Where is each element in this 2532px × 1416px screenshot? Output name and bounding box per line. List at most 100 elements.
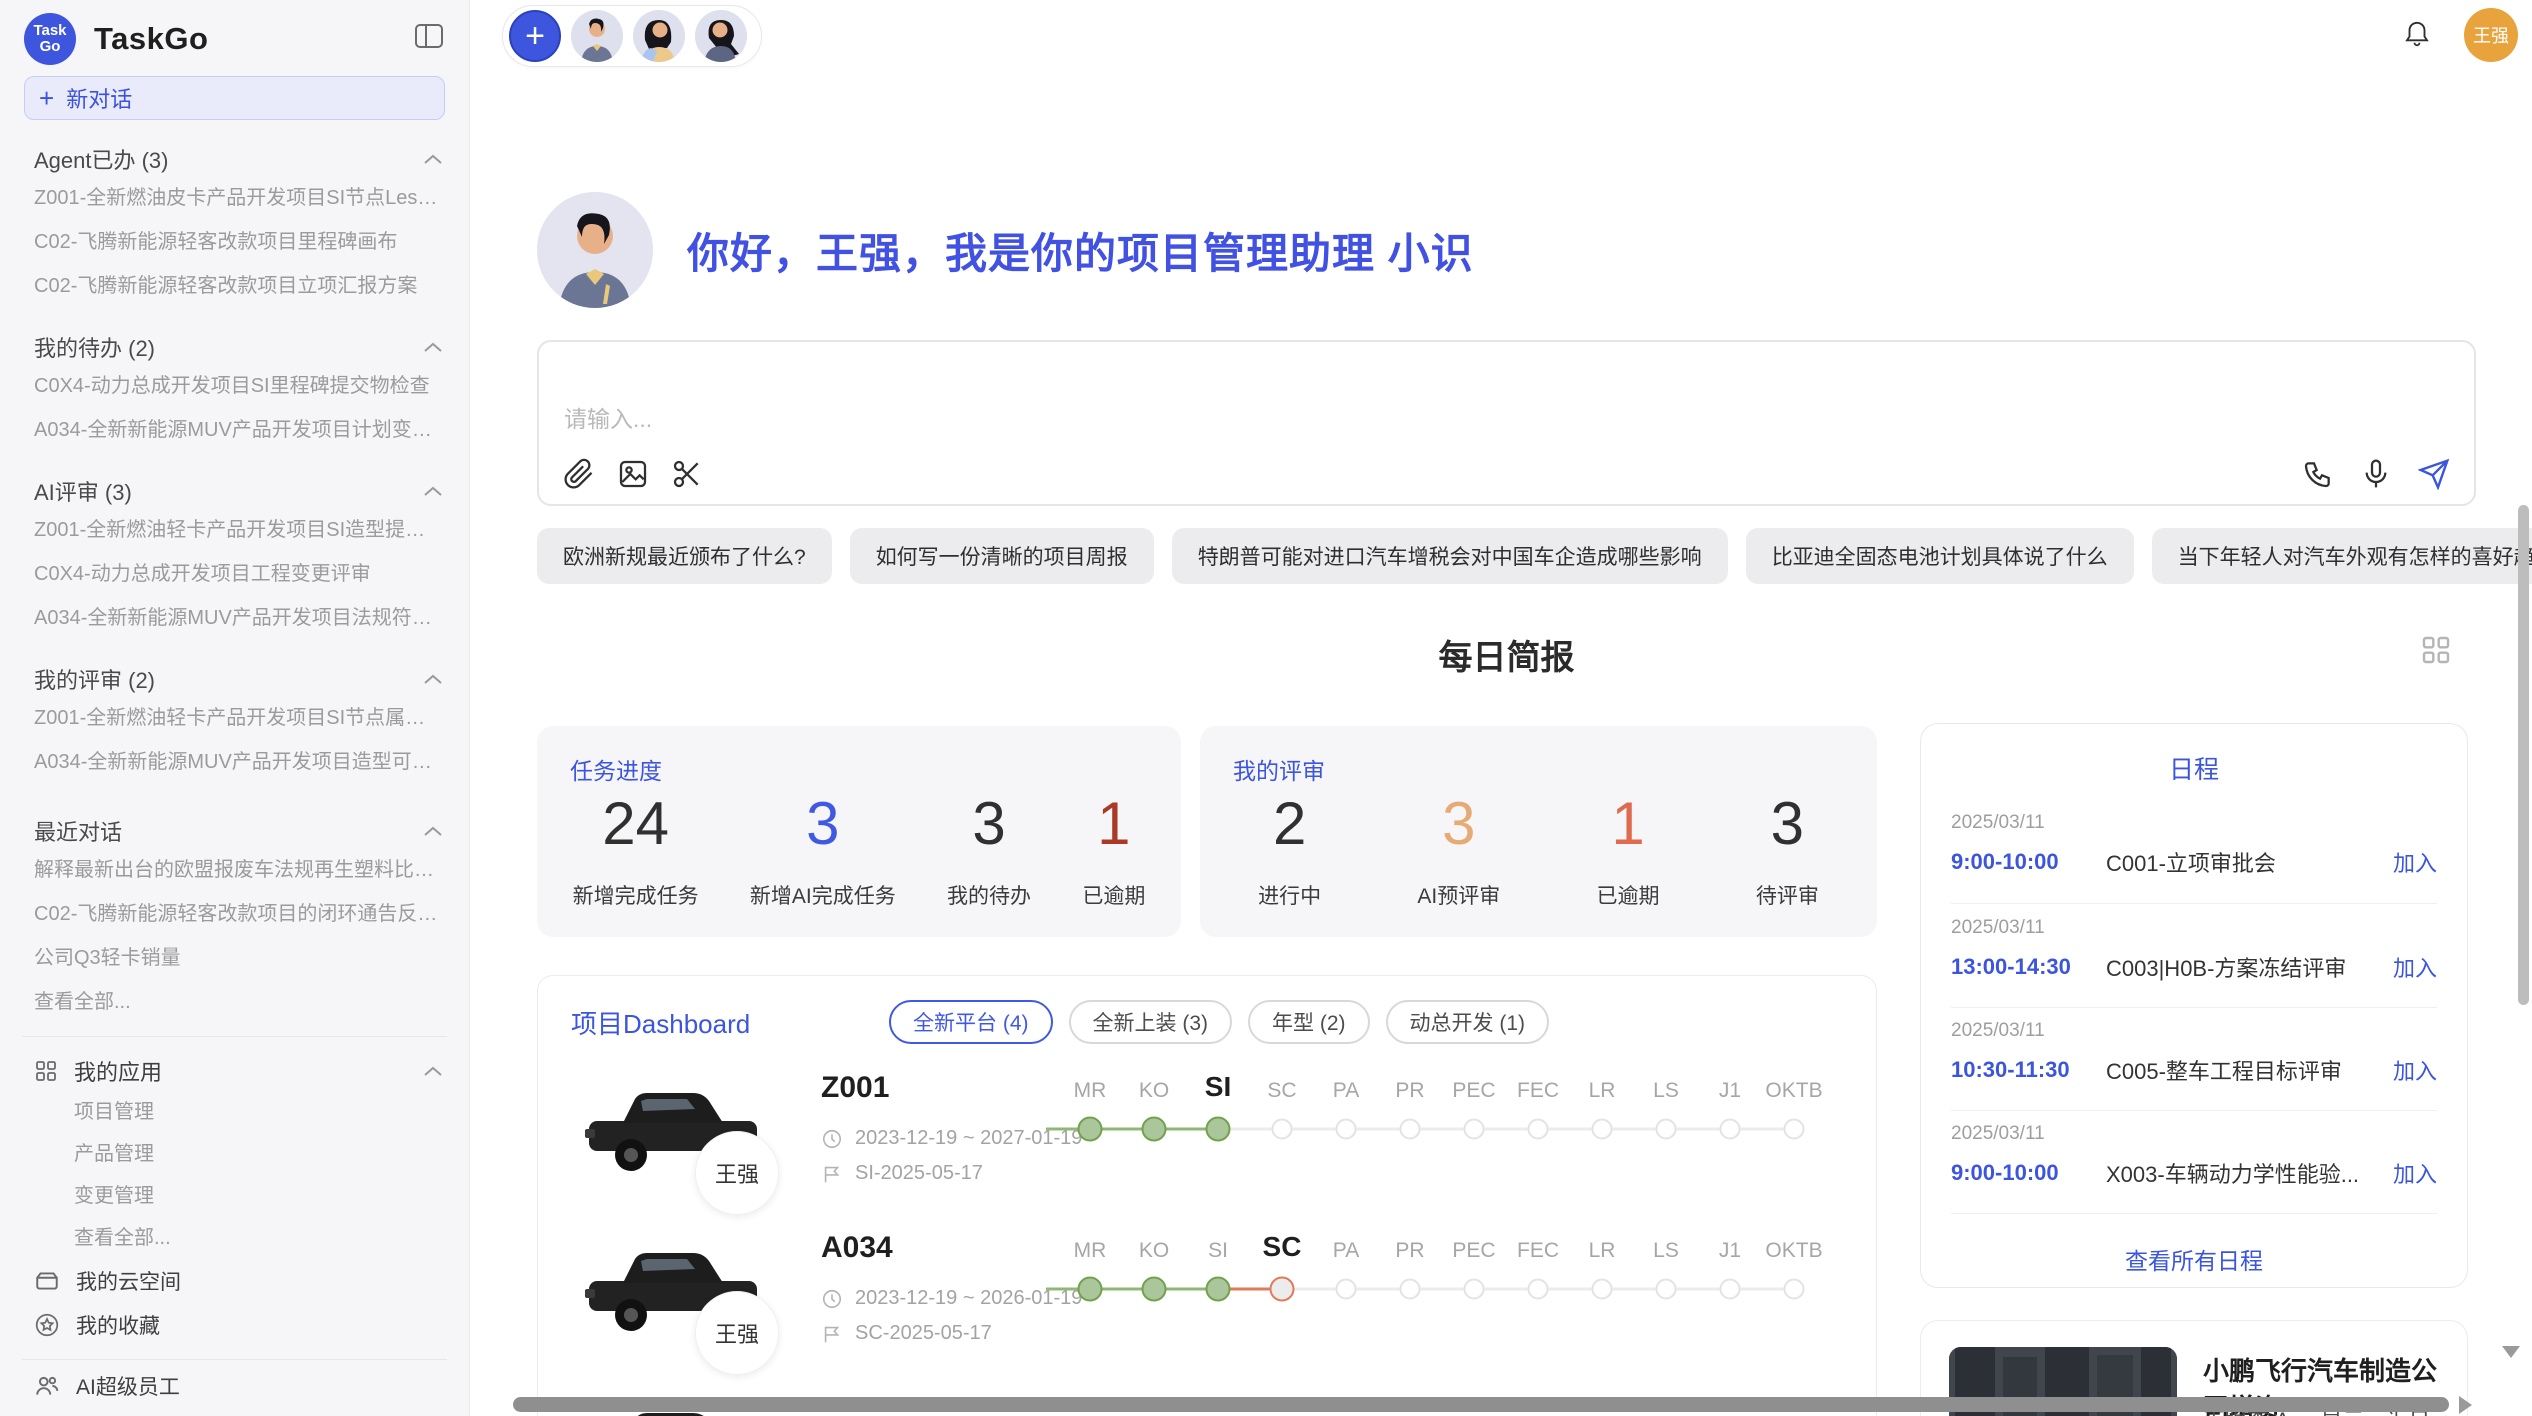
scissors-icon[interactable] bbox=[671, 458, 703, 490]
sidebar-task-item[interactable]: Z001-全新燃油皮卡产品开发项目SI节点Lesson Learn报告 bbox=[22, 176, 447, 220]
layout-grid-icon[interactable] bbox=[2420, 634, 2452, 666]
sidebar-task-item[interactable]: C02-飞腾新能源轻客改款项目里程碑画布 bbox=[22, 220, 447, 264]
sidebar-task-item[interactable]: A034-全新新能源MUV产品开发项目法规符合性评审 bbox=[22, 596, 447, 640]
schedule-entry: 2025/03/11 10:30-11:30 C005-整车工程目标评审 加入 bbox=[1951, 1020, 2437, 1086]
new-chat-label: 新对话 bbox=[66, 82, 132, 114]
milestone: SC bbox=[1250, 1227, 1314, 1303]
project-row[interactable]: 王强 Z001 2023-12-19 ~ 2027-01-19 SI-2025-… bbox=[538, 1061, 1876, 1211]
sidebar-task-item[interactable]: C02-飞腾新能源轻客改款项目立项汇报方案 bbox=[22, 264, 447, 308]
app-item-change-mgmt[interactable]: 变更管理 bbox=[22, 1175, 447, 1217]
milestone: LS bbox=[1634, 1227, 1698, 1303]
horizontal-scrollbar-thumb[interactable] bbox=[513, 1397, 2449, 1412]
chevron-up-icon bbox=[423, 1065, 443, 1077]
milestone-dot bbox=[1206, 1117, 1231, 1142]
sidebar-task-item[interactable]: C0X4-动力总成开发项目工程变更评审 bbox=[22, 552, 447, 596]
favorites-star-icon bbox=[34, 1312, 60, 1338]
recent-chat-item[interactable]: 公司Q3轻卡销量 bbox=[22, 936, 447, 980]
milestone-dot bbox=[1400, 1279, 1421, 1300]
app-item-project-mgmt[interactable]: 项目管理 bbox=[22, 1091, 447, 1133]
user-avatar[interactable]: 王强 bbox=[2464, 8, 2518, 62]
milestone: LR bbox=[1570, 1067, 1634, 1143]
voice-call-icon[interactable] bbox=[2302, 458, 2334, 490]
recent-chat-item[interactable]: 解释最新出台的欧盟报废车法规再生塑料比例被调至15%... bbox=[22, 848, 447, 892]
sidebar-item-my-apps[interactable]: 我的应用 bbox=[22, 1051, 447, 1091]
schedule-time: 10:30-11:30 bbox=[1951, 1057, 2106, 1083]
agent-avatar-1[interactable] bbox=[571, 10, 623, 62]
milestone: PR bbox=[1378, 1227, 1442, 1303]
sidebar-item-favorites[interactable]: 我的收藏 bbox=[22, 1303, 447, 1347]
milestone: OKTB bbox=[1762, 1227, 1826, 1303]
microphone-icon[interactable] bbox=[2360, 458, 2392, 490]
project-vehicle-image: 王强 bbox=[583, 1069, 763, 1191]
tab-new-body[interactable]: 全新上装 (3) bbox=[1069, 1000, 1233, 1044]
sidebar-task-item[interactable]: A034-全新新能源MUV产品开发项目计划变更表编写 bbox=[22, 408, 447, 452]
greeting-section: 你好，王强，我是你的项目管理助理 小识 bbox=[537, 192, 1474, 308]
project-vehicle-image: 王强 bbox=[583, 1229, 763, 1351]
suggestion-chip[interactable]: 当下年轻人对汽车外观有怎样的喜好趋势 bbox=[2152, 528, 2532, 584]
apps-view-all[interactable]: 查看全部... bbox=[22, 1217, 447, 1259]
stat-item: 3 AI预评审 bbox=[1417, 788, 1500, 910]
section-header-ai-review[interactable]: AI评审 (3) bbox=[22, 474, 447, 508]
composer-right-tools bbox=[2302, 458, 2450, 490]
schedule-time: 9:00-10:00 bbox=[1951, 1160, 2106, 1186]
recent-chat-item[interactable]: C02-飞腾新能源轻客改款项目的闭环通告反馈情况 bbox=[22, 892, 447, 936]
milestone: FEC bbox=[1506, 1227, 1570, 1303]
milestone-dot bbox=[1592, 1119, 1613, 1140]
sidebar-item-ai-employee[interactable]: AI超级员工 bbox=[22, 1364, 447, 1408]
new-chat-button[interactable]: + 新对话 bbox=[24, 76, 445, 120]
sidebar-task-item[interactable]: C0X4-动力总成开发项目SI里程碑提交物检查 bbox=[22, 364, 447, 408]
join-meeting-link[interactable]: 加入 bbox=[2393, 1054, 2437, 1086]
chevron-up-icon bbox=[423, 485, 443, 497]
section-header-recent-chats[interactable]: 最近对话 bbox=[22, 814, 447, 848]
sidebar-task-item[interactable]: A034-全新新能源MUV产品开发项目造型可行性评审 bbox=[22, 740, 447, 784]
vertical-scrollbar-thumb[interactable] bbox=[2518, 505, 2529, 1005]
divider bbox=[1951, 1007, 2437, 1008]
suggestion-chip[interactable]: 如何写一份清晰的项目周报 bbox=[850, 528, 1154, 584]
milestone: OKTB bbox=[1762, 1067, 1826, 1143]
join-meeting-link[interactable]: 加入 bbox=[2393, 1157, 2437, 1189]
schedule-meeting-title: C001-立项审批会 bbox=[2106, 846, 2381, 878]
chat-input[interactable] bbox=[564, 400, 2164, 444]
daily-briefing-title: 每日简报 bbox=[1439, 639, 1575, 677]
agent-avatar-2[interactable] bbox=[633, 10, 685, 62]
project-milestone-date: SC-2025-05-17 bbox=[855, 1322, 992, 1345]
milestone-dot bbox=[1784, 1279, 1805, 1300]
scroll-right-arrow[interactable] bbox=[2459, 1396, 2472, 1414]
suggestion-chip[interactable]: 比亚迪全固态电池计划具体说了什么 bbox=[1746, 528, 2134, 584]
suggestion-chip[interactable]: 特朗普可能对进口汽车增税会对中国车企造成哪些影响 bbox=[1172, 528, 1728, 584]
sidebar-item-cloud-space[interactable]: 我的云空间 bbox=[22, 1259, 447, 1303]
milestone-dot bbox=[1206, 1277, 1231, 1302]
section-header-my-todo[interactable]: 我的待办 (2) bbox=[22, 330, 447, 364]
add-agent-button[interactable]: + bbox=[509, 10, 561, 62]
app-item-product-mgmt[interactable]: 产品管理 bbox=[22, 1133, 447, 1175]
agent-avatar-3[interactable] bbox=[695, 10, 747, 62]
stat-item: 3 新增AI完成任务 bbox=[750, 788, 896, 910]
section-header-my-review[interactable]: 我的评审 (2) bbox=[22, 662, 447, 696]
project-row[interactable]: 王强 A034 2023-12-19 ~ 2026-01-19 SC-2025-… bbox=[538, 1221, 1876, 1371]
apps-grid-icon bbox=[34, 1059, 58, 1083]
assistant-avatar bbox=[537, 192, 653, 308]
my-review-card: 我的评审 2 进行中 3 AI预评审 1 已逾期 3 bbox=[1200, 726, 1877, 937]
suggestion-chip[interactable]: 欧洲新规最近颁布了什么? bbox=[537, 528, 832, 584]
tab-model-year[interactable]: 年型 (2) bbox=[1248, 1000, 1370, 1044]
tab-powertrain[interactable]: 动总开发 (1) bbox=[1386, 1000, 1550, 1044]
attach-file-icon[interactable] bbox=[563, 458, 595, 490]
send-icon[interactable] bbox=[2418, 458, 2450, 490]
sidebar-task-item[interactable]: Z001-全新燃油轻卡产品开发项目SI造型提交物评审 bbox=[22, 508, 447, 552]
section-header-agent-done[interactable]: Agent已办 (3) bbox=[22, 142, 447, 176]
recent-view-all[interactable]: 查看全部... bbox=[22, 980, 447, 1024]
milestone-dot bbox=[1078, 1277, 1103, 1302]
join-meeting-link[interactable]: 加入 bbox=[2393, 846, 2437, 878]
sidebar-collapse-icon[interactable] bbox=[415, 24, 445, 50]
tab-new-platform[interactable]: 全新平台 (4) bbox=[889, 1000, 1053, 1044]
milestone: PA bbox=[1314, 1227, 1378, 1303]
sidebar-task-item[interactable]: Z001-全新燃油轻卡产品开发项目SI节点属性5D文件评审 bbox=[22, 696, 447, 740]
milestone-dot bbox=[1464, 1119, 1485, 1140]
view-all-schedule-link[interactable]: 查看所有日程 bbox=[1921, 1242, 2467, 1276]
join-meeting-link[interactable]: 加入 bbox=[2393, 951, 2437, 983]
scroll-down-arrow[interactable] bbox=[2502, 1346, 2520, 1358]
sidebar-item-help-write[interactable]: 帮我写作 bbox=[22, 1408, 447, 1416]
project-milestone-date: SI-2025-05-17 bbox=[855, 1162, 983, 1185]
insert-image-icon[interactable] bbox=[617, 458, 649, 490]
notifications-bell-icon[interactable] bbox=[2402, 19, 2432, 51]
